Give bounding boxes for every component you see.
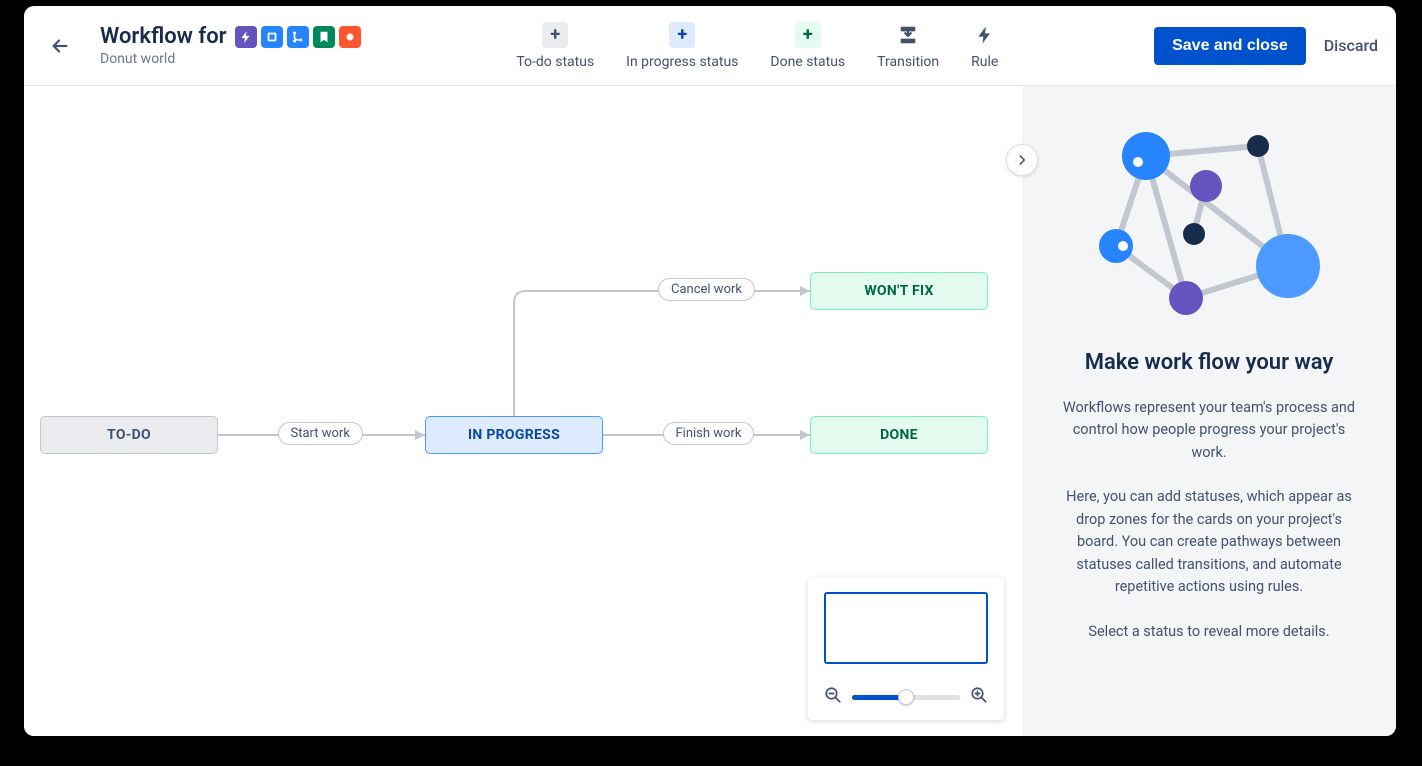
branch-icon xyxy=(287,26,309,48)
status-node-inprogress[interactable]: IN PROGRESS xyxy=(425,416,603,454)
panel-heading: Make work flow your way xyxy=(1085,350,1334,375)
workflow-illustration xyxy=(1094,126,1324,336)
back-button[interactable] xyxy=(42,28,78,64)
transition-label-finish[interactable]: Finish work xyxy=(663,422,755,445)
panel-paragraph-1: Workflows represent your team's process … xyxy=(1056,397,1362,464)
transition-text: Cancel work xyxy=(671,282,742,297)
transition-label-cancel[interactable]: Cancel work xyxy=(658,278,755,301)
transition-text: Start work xyxy=(291,426,350,441)
zoom-in-icon xyxy=(970,686,988,704)
tool-done-status[interactable]: + Done status xyxy=(770,22,845,70)
panel-paragraph-2: Here, you can add statuses, which appear… xyxy=(1056,486,1362,598)
circle-icon xyxy=(339,26,361,48)
plus-icon: + xyxy=(669,22,695,48)
editor-body: TO-DO IN PROGRESS DONE WON'T FIX Start work F… xyxy=(24,86,1396,736)
zoom-controls xyxy=(824,686,988,708)
arrow-left-icon xyxy=(49,35,71,57)
header-bar: Workflow for Donut world + To-do status + I… xyxy=(24,6,1396,86)
status-node-todo[interactable]: TO-DO xyxy=(40,416,218,454)
status-toolbar: + To-do status + In progress status + Done st… xyxy=(361,22,1155,70)
page-title-prefix: Workflow for xyxy=(100,24,227,49)
workflow-canvas[interactable]: TO-DO IN PROGRESS DONE WON'T FIX Start work F… xyxy=(24,86,1022,736)
zoom-out-button[interactable] xyxy=(824,686,842,708)
status-label: TO-DO xyxy=(107,427,151,443)
transition-label-start[interactable]: Start work xyxy=(278,422,363,445)
title-line: Workflow for xyxy=(100,24,361,49)
status-node-done[interactable]: DONE xyxy=(810,416,988,454)
plus-icon: + xyxy=(542,22,568,48)
tool-label: Transition xyxy=(877,54,939,70)
transition-text: Finish work xyxy=(676,426,742,441)
title-block: Workflow for Donut world xyxy=(100,24,361,67)
tool-label: Rule xyxy=(971,54,998,70)
zoom-in-button[interactable] xyxy=(970,686,988,708)
status-node-wontfix[interactable]: WON'T FIX xyxy=(810,272,988,310)
info-panel: Make work flow your way Workflows repres… xyxy=(1022,86,1396,736)
header-actions: Save and close Discard xyxy=(1154,27,1378,65)
panel-collapse-button[interactable] xyxy=(1006,144,1038,176)
status-label: IN PROGRESS xyxy=(468,427,560,443)
status-label: WON'T FIX xyxy=(864,283,933,299)
panel-paragraph-3: Select a status to reveal more details. xyxy=(1088,621,1329,643)
tool-label: In progress status xyxy=(626,54,738,70)
tool-in-progress-status[interactable]: + In progress status xyxy=(626,22,738,70)
minimap-viewport[interactable] xyxy=(824,592,988,664)
tool-transition[interactable]: Transition xyxy=(877,22,939,70)
discard-button[interactable]: Discard xyxy=(1324,36,1378,55)
status-label: DONE xyxy=(880,427,918,443)
plus-icon xyxy=(972,22,998,48)
workflow-editor-window: Workflow for Donut world + To-do status + I… xyxy=(24,6,1396,736)
chevron-right-icon xyxy=(1015,153,1029,167)
tool-rule[interactable]: Rule xyxy=(971,22,998,70)
zoom-out-icon xyxy=(824,686,842,704)
zoom-thumb[interactable] xyxy=(898,689,914,705)
save-button[interactable]: Save and close xyxy=(1154,27,1306,65)
zoom-slider[interactable] xyxy=(852,688,960,706)
minimap xyxy=(808,578,1004,720)
square-icon xyxy=(261,26,283,48)
plus-icon xyxy=(895,22,921,48)
bookmark-icon xyxy=(313,26,335,48)
plus-icon: + xyxy=(795,22,821,48)
tool-label: To-do status xyxy=(516,54,594,70)
project-subtitle: Donut world xyxy=(100,51,361,67)
tool-todo-status[interactable]: + To-do status xyxy=(516,22,594,70)
bolt-icon xyxy=(235,26,257,48)
project-badges xyxy=(235,26,361,48)
tool-label: Done status xyxy=(770,54,845,70)
